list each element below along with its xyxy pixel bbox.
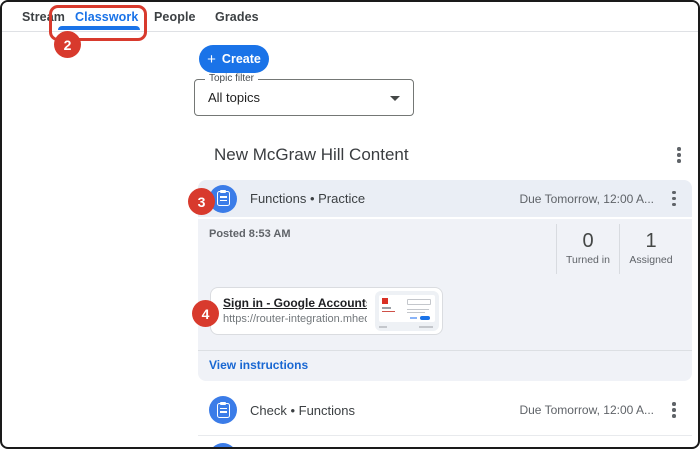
assignment-icon-partial	[209, 443, 237, 449]
stat-assigned[interactable]: 1 Assigned	[619, 224, 682, 274]
clipboard-icon	[217, 403, 230, 418]
tab-people[interactable]: People	[154, 2, 196, 31]
topic-title: New McGraw Hill Content	[214, 145, 409, 165]
assignment-due-date: Due Tomorrow, 12:00 A...	[519, 403, 654, 417]
thumb-text-line	[407, 309, 429, 311]
create-button[interactable]: + Create	[199, 45, 269, 73]
thumb-link-line	[410, 317, 417, 319]
kebab-dots-icon	[672, 191, 676, 207]
create-button-label: Create	[222, 52, 261, 66]
assigned-count: 1	[645, 231, 656, 251]
assignment-row-check-functions[interactable]: Check • Functions Due Tomorrow, 12:00 A.…	[198, 392, 692, 428]
chevron-down-icon	[390, 96, 400, 101]
assignment-details-panel: Posted 8:53 AM 0 Turned in 1 Assigned Si…	[198, 219, 692, 381]
submission-stats: 0 Turned in 1 Assigned	[556, 224, 682, 274]
topic-kebab-menu-icon[interactable]	[666, 142, 692, 168]
posted-timestamp: Posted 8:53 AM	[209, 228, 291, 240]
turned-in-count: 0	[582, 231, 593, 251]
annotation-step-4-badge: 4	[192, 300, 219, 327]
assignment-icon	[209, 396, 237, 424]
thumb-text-line	[382, 311, 395, 313]
annotation-step-2-badge: 2	[54, 31, 81, 58]
stat-turned-in[interactable]: 0 Turned in	[556, 224, 619, 274]
link-preview-thumbnail	[375, 291, 439, 331]
assignment-title: Functions • Practice	[250, 191, 365, 206]
kebab-dots-icon	[677, 147, 681, 163]
thumb-text-line	[407, 312, 425, 314]
thumb-text-line	[382, 307, 391, 309]
assignment-row-header[interactable]: Functions • Practice Due Tomorrow, 12:00…	[198, 180, 692, 217]
topic-filter-value: All topics	[208, 80, 260, 115]
view-instructions-link[interactable]: View instructions	[209, 358, 308, 372]
assigned-label: Assigned	[629, 254, 672, 266]
clipboard-icon	[217, 191, 230, 206]
link-attachment-text: Sign in - Google Accounts https://router…	[211, 296, 375, 325]
panel-divider	[198, 350, 692, 351]
thumb-logo-shape	[382, 298, 388, 304]
assignment-title: Check • Functions	[250, 403, 355, 418]
topic-header: New McGraw Hill Content	[214, 141, 692, 169]
thumb-button-shape	[420, 316, 430, 321]
tab-bar: Stream Classwork People Grades	[2, 2, 698, 32]
assignment-kebab-menu-icon[interactable]	[661, 186, 687, 212]
thumb-input-shape	[407, 299, 431, 305]
link-attachment-card[interactable]: Sign in - Google Accounts https://router…	[210, 287, 443, 335]
thumb-footer-line	[379, 326, 387, 328]
active-tab-indicator	[58, 26, 140, 30]
kebab-dots-icon	[672, 402, 676, 418]
link-attachment-url: https://router-integration.mheduca	[223, 313, 367, 325]
classroom-window: Stream Classwork People Grades 2 + Creat…	[0, 0, 700, 449]
topic-filter-select[interactable]: Topic filter All topics	[194, 79, 414, 116]
assignment-due-date: Due Tomorrow, 12:00 A...	[519, 192, 654, 206]
assignment-card-functions-practice: Functions • Practice Due Tomorrow, 12:00…	[198, 180, 692, 381]
tab-grades[interactable]: Grades	[215, 2, 259, 31]
assignment-kebab-menu-icon[interactable]	[661, 397, 687, 423]
plus-icon: +	[207, 52, 216, 67]
turned-in-label: Turned in	[566, 254, 610, 266]
row-divider	[198, 435, 692, 436]
link-attachment-title[interactable]: Sign in - Google Accounts	[223, 296, 367, 310]
thumb-footer-line	[419, 326, 433, 328]
annotation-step-3-badge: 3	[188, 188, 215, 215]
